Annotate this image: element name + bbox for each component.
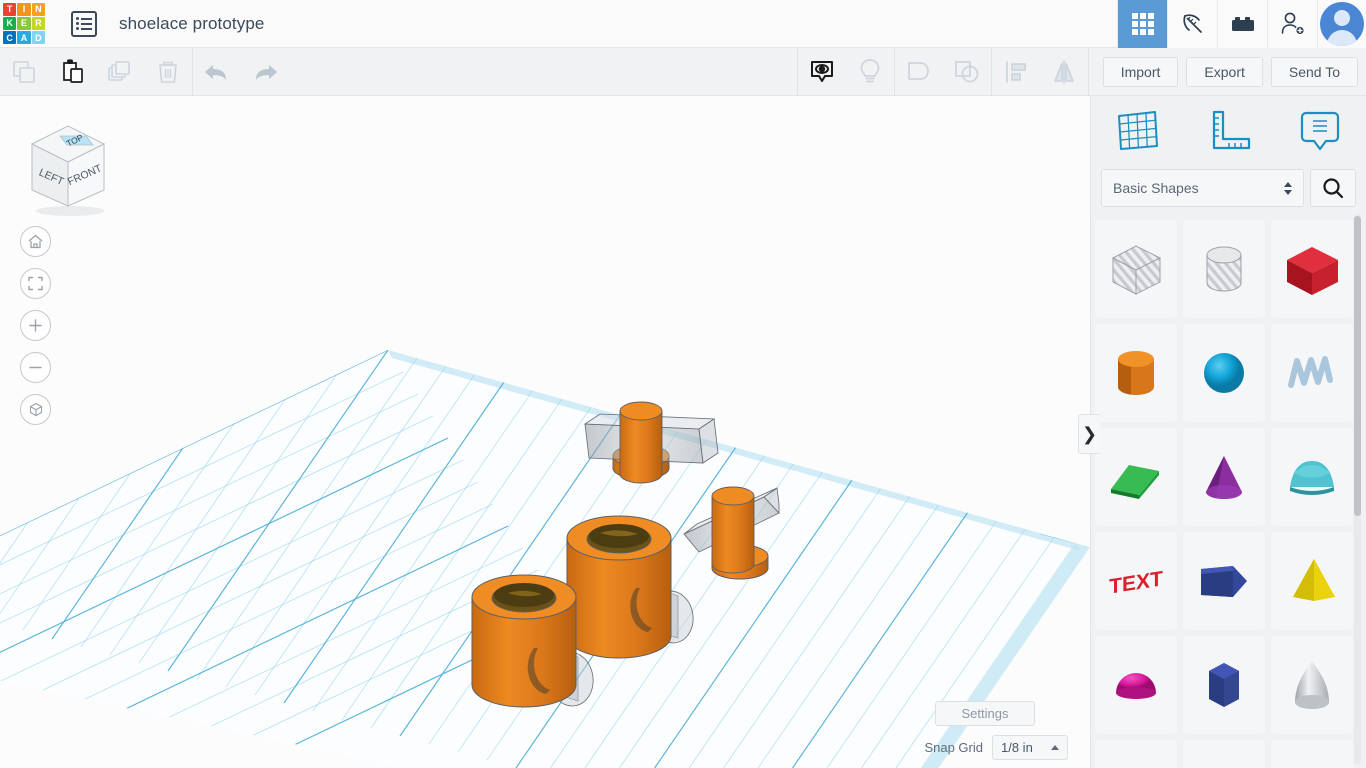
- shape-scribble[interactable]: [1271, 324, 1353, 422]
- copy-icon[interactable]: [0, 48, 48, 96]
- shape-text[interactable]: TEXT: [1095, 532, 1177, 630]
- logo-tile-d: D: [31, 31, 45, 45]
- workplane-eye-icon[interactable]: [798, 48, 846, 96]
- align-icon[interactable]: [992, 48, 1040, 96]
- settings-button[interactable]: Settings: [935, 701, 1035, 726]
- panel-tool-tabs: [1091, 96, 1366, 164]
- snap-grid-value: 1/8 in: [1001, 740, 1033, 755]
- project-title[interactable]: shoelace prototype: [119, 14, 264, 34]
- shape-roof[interactable]: [1095, 428, 1177, 526]
- gallery-grid-icon[interactable]: [1117, 0, 1167, 48]
- shape-category-select[interactable]: Basic Shapes: [1101, 169, 1304, 207]
- shape-hexprism[interactable]: [1183, 636, 1265, 734]
- logo-tile-e: E: [17, 16, 31, 31]
- shape-pyramid[interactable]: [1271, 532, 1353, 630]
- shape-category-controls: Basic Shapes: [1091, 164, 1366, 212]
- shape-cylinder-hole[interactable]: [1183, 220, 1265, 318]
- nav-tools: [20, 226, 51, 425]
- chevron-updown-icon: [1284, 181, 1292, 195]
- snap-grid-label: Snap Grid: [924, 740, 983, 755]
- shape-sphere[interactable]: [1183, 324, 1265, 422]
- workplane-grid-icon[interactable]: [1091, 107, 1183, 153]
- shape-partial-b[interactable]: [1183, 740, 1265, 768]
- chevron-up-icon: [1051, 745, 1059, 750]
- tinkercad-logo[interactable]: T I N K E R C A D: [1, 0, 47, 47]
- undo-icon[interactable]: [193, 48, 241, 96]
- topbar-actions: [1117, 0, 1366, 48]
- zoom-in-button[interactable]: [20, 310, 51, 341]
- align-group: [992, 48, 1088, 96]
- add-person-icon[interactable]: [1267, 0, 1317, 48]
- mirror-icon[interactable]: [1040, 48, 1088, 96]
- note-callout-icon[interactable]: [1274, 106, 1366, 154]
- shape-partial-c[interactable]: [1271, 740, 1353, 768]
- shape-paraboloid[interactable]: [1271, 636, 1353, 734]
- edit-group: [0, 48, 192, 96]
- view-cube[interactable]: TOP LEFT FRONT: [12, 110, 116, 227]
- home-view-button[interactable]: [20, 226, 51, 257]
- panel-collapse-handle[interactable]: ❯: [1078, 414, 1100, 454]
- lightbulb-icon[interactable]: [846, 48, 894, 96]
- view-group: [798, 48, 894, 96]
- shape-library: TEXT: [1091, 212, 1366, 768]
- shape-halfcylinder[interactable]: [1271, 428, 1353, 526]
- logo-tile-n: N: [31, 2, 45, 16]
- snap-grid-control: Snap Grid 1/8 in: [924, 735, 1068, 760]
- main-toolbar: Import Export Send To: [0, 47, 1366, 96]
- lego-brick-icon[interactable]: [1217, 0, 1267, 48]
- shape-pentagon[interactable]: [1183, 532, 1265, 630]
- send-to-button[interactable]: Send To: [1270, 56, 1358, 87]
- 3d-viewport[interactable]: [0, 96, 1090, 768]
- logo-tile-c: C: [3, 31, 17, 45]
- top-bar: T I N K E R C A D shoelace prototype: [0, 0, 1366, 48]
- shapes-panel: Basic Shapes TEXT: [1090, 96, 1366, 768]
- shape-dome[interactable]: [1095, 636, 1177, 734]
- duplicate-icon[interactable]: [96, 48, 144, 96]
- tinkercad-app: T I N K E R C A D shoelace prototype Imp…: [0, 0, 1366, 768]
- ortho-perspective-toggle[interactable]: [20, 394, 51, 425]
- snap-grid-select[interactable]: 1/8 in: [992, 735, 1068, 760]
- list-document-icon[interactable]: [71, 10, 97, 37]
- logo-tile-a: A: [17, 31, 31, 45]
- shape-partial-a[interactable]: [1095, 740, 1177, 768]
- history-group: [193, 48, 289, 96]
- ungroup-shapes-icon[interactable]: [943, 48, 991, 96]
- fit-to-view-button[interactable]: [20, 268, 51, 299]
- shape-text-glyph: TEXT: [1109, 567, 1163, 598]
- paste-icon[interactable]: [48, 48, 96, 96]
- export-button[interactable]: Export: [1186, 56, 1263, 87]
- avatar[interactable]: [1317, 0, 1366, 48]
- toolbar-buttons: Import Export Send To: [1089, 56, 1366, 87]
- zoom-out-button[interactable]: [20, 352, 51, 383]
- group-shapes-icon[interactable]: [895, 48, 943, 96]
- shape-box[interactable]: [1271, 220, 1353, 318]
- redo-icon[interactable]: [241, 48, 289, 96]
- group-group: [895, 48, 991, 96]
- search-icon[interactable]: [1310, 169, 1356, 207]
- design-canvas[interactable]: TOP LEFT FRONT Settings Snap Grid 1/8 in: [0, 96, 1090, 768]
- import-button[interactable]: Import: [1102, 56, 1179, 87]
- delete-icon[interactable]: [144, 48, 192, 96]
- shape-category-value: Basic Shapes: [1113, 180, 1199, 196]
- logo-tile-i: I: [17, 2, 31, 16]
- ruler-icon[interactable]: [1183, 107, 1275, 153]
- logo-tile-t: T: [3, 2, 17, 16]
- logo-tile-k: K: [3, 16, 17, 31]
- shape-box-hole[interactable]: [1095, 220, 1177, 318]
- pickaxe-icon[interactable]: [1167, 0, 1217, 48]
- shape-cone[interactable]: [1183, 428, 1265, 526]
- shape-cylinder[interactable]: [1095, 324, 1177, 422]
- logo-tile-r: R: [31, 16, 45, 31]
